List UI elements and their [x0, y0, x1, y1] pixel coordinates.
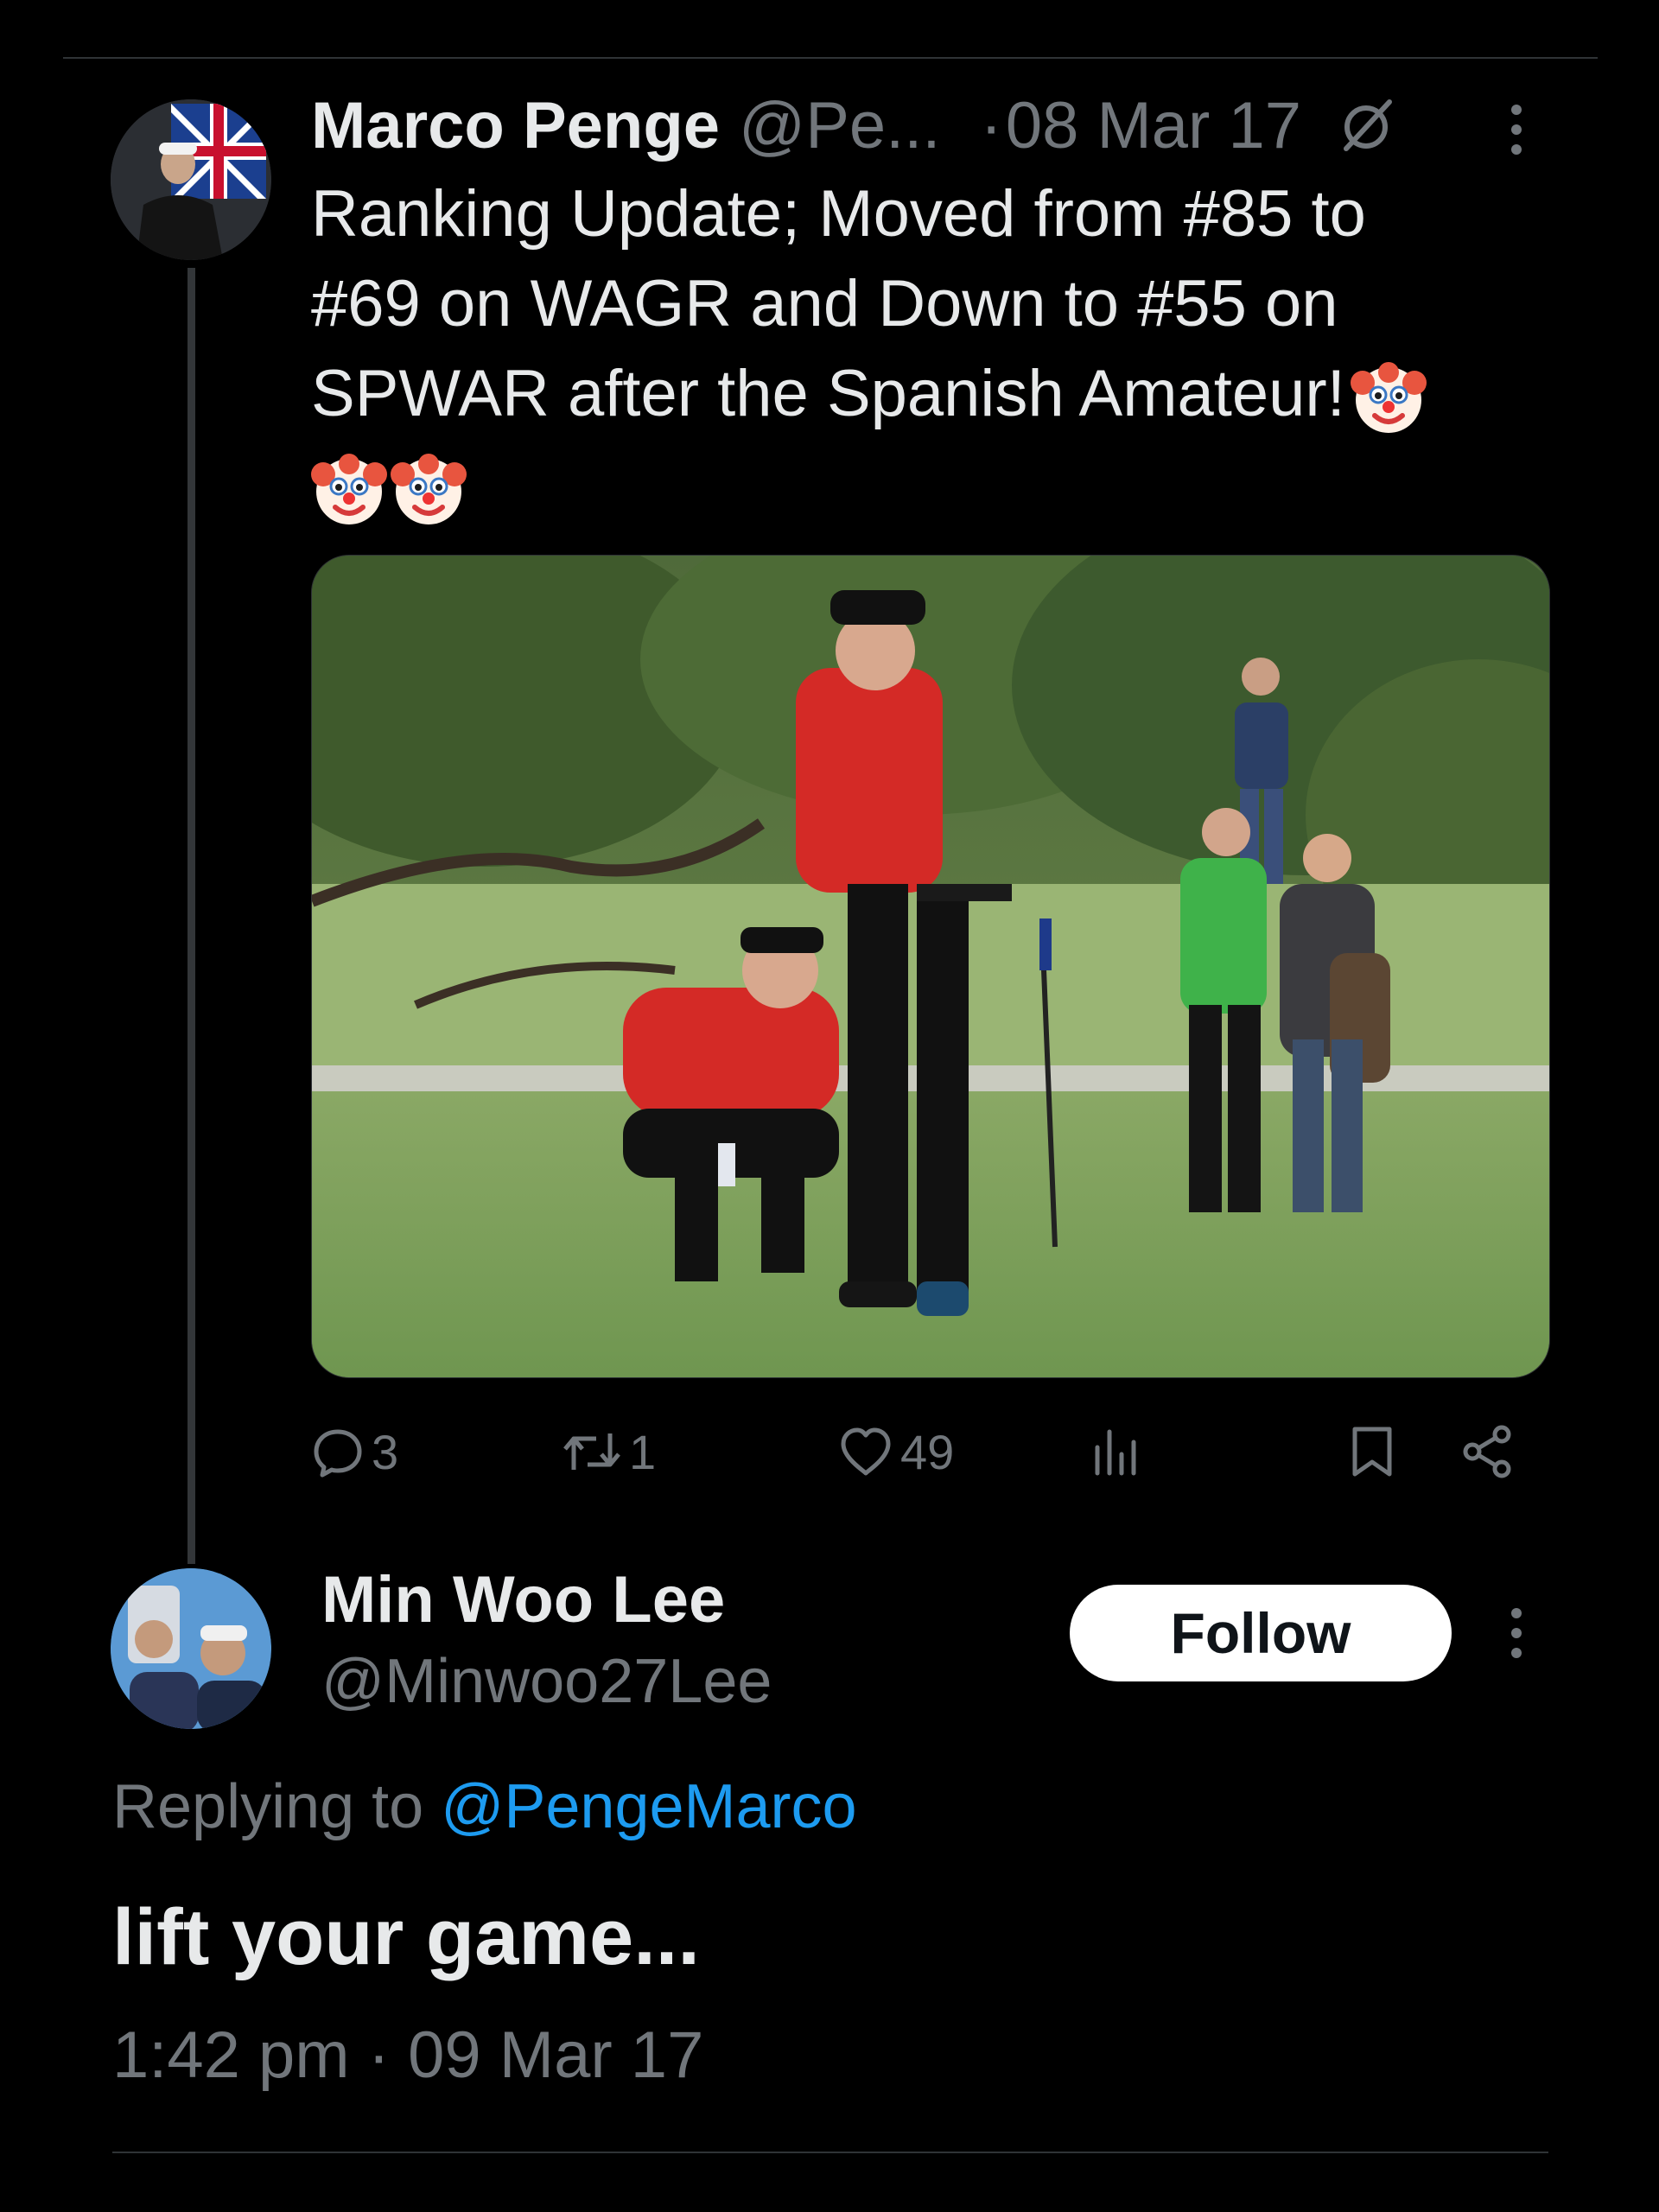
emoji-row [311, 441, 1538, 532]
post-media-image[interactable] [311, 555, 1550, 1378]
like-action[interactable]: 49 [838, 1417, 954, 1486]
bottom-divider [112, 2152, 1548, 2153]
like-count: 49 [900, 1424, 955, 1479]
post-date[interactable]: 08 Mar 17 [1006, 88, 1301, 163]
clown-face-emoji [391, 452, 467, 528]
reply-author-avatar[interactable] [111, 1568, 271, 1729]
reply-text: lift your game... [112, 1893, 700, 1981]
clown-face-emoji [1350, 360, 1427, 436]
bookmark-action[interactable] [1348, 1417, 1396, 1486]
reply-count: 3 [372, 1424, 399, 1479]
like-icon [838, 1425, 893, 1478]
replying-to-line: Replying to @PengeMarco [112, 1771, 857, 1842]
author-handle[interactable]: @Pe... [739, 88, 940, 163]
reply-action[interactable]: 3 [311, 1417, 398, 1486]
reply-icon [311, 1425, 365, 1478]
post-text-line: SPWAR after the Spanish Amateur! [311, 349, 1538, 439]
views-action[interactable] [1089, 1417, 1141, 1486]
bookmark-icon [1348, 1424, 1396, 1479]
reply-more-options-icon[interactable] [1499, 1603, 1534, 1663]
reply-author-handle[interactable]: @Minwoo27Lee [321, 1646, 772, 1717]
post-text: Ranking Update; Moved from #85 to #69 on… [311, 169, 1538, 532]
replying-to-prefix: Replying to [112, 1772, 424, 1841]
post-header: Marco Penge @Pe... · 08 Mar 17 [311, 82, 1396, 168]
author-name[interactable]: Marco Penge [311, 88, 720, 163]
share-action[interactable] [1460, 1417, 1516, 1486]
top-divider [63, 57, 1598, 59]
post-action-bar: 3 1 49 [311, 1417, 1538, 1486]
date-separator: · [980, 88, 1002, 162]
edited-icon [1336, 95, 1396, 156]
views-icon [1089, 1425, 1141, 1478]
more-options-icon[interactable] [1499, 99, 1534, 160]
repost-icon [562, 1425, 622, 1478]
post-text-line: Ranking Update; Moved from #85 to [311, 177, 1366, 251]
author-avatar[interactable] [111, 99, 271, 260]
post-text-line-content: SPWAR after the Spanish Amateur! [311, 357, 1345, 430]
share-icon [1460, 1424, 1516, 1479]
post-text-line: #69 on WAGR and Down to #55 on [311, 267, 1338, 340]
reply-timestamp[interactable]: 1:42 pm · 09 Mar 17 [112, 2018, 703, 2093]
repost-count: 1 [629, 1424, 657, 1479]
follow-button[interactable]: Follow [1070, 1585, 1452, 1681]
thread-line [188, 268, 195, 1564]
clown-face-emoji [311, 452, 387, 528]
reply-author-name[interactable]: Min Woo Lee [321, 1562, 725, 1637]
repost-action[interactable]: 1 [562, 1417, 656, 1486]
replying-to-link[interactable]: @PengeMarco [441, 1772, 856, 1841]
